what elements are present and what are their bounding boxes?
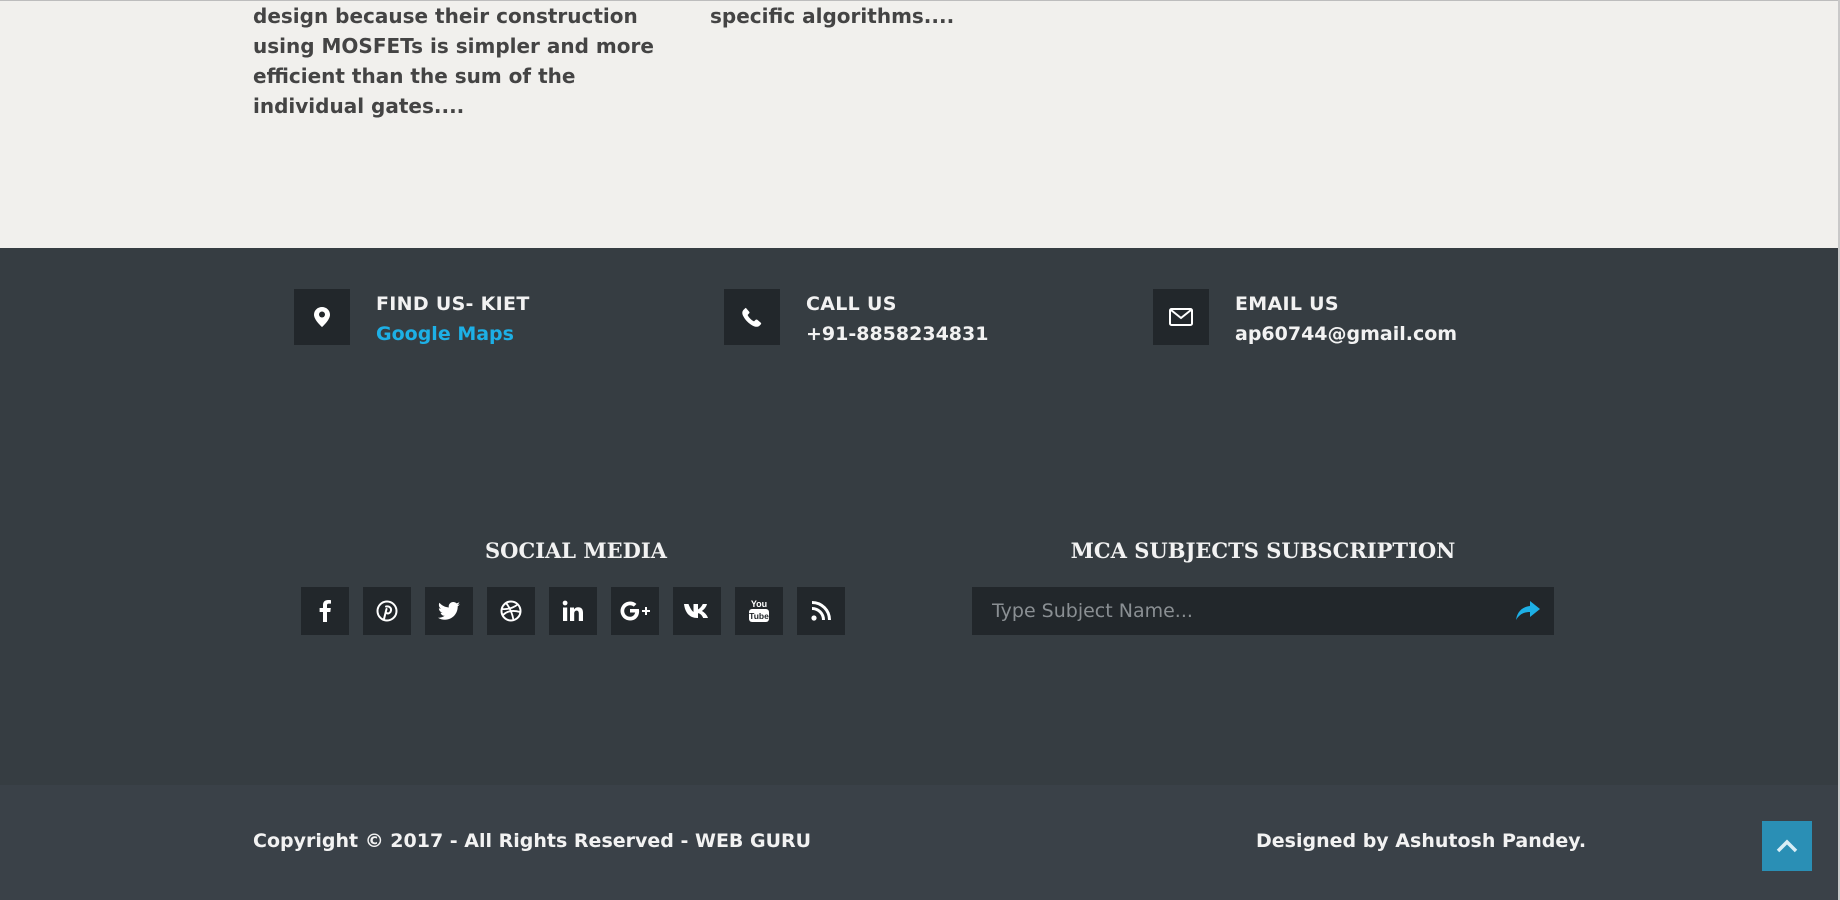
subject-name-input[interactable] xyxy=(972,587,1502,635)
social-links: You Tube xyxy=(301,587,845,635)
share-arrow-icon[interactable] xyxy=(1514,597,1542,625)
contact-heading: FIND US- KIET xyxy=(376,293,530,315)
dribbble-icon[interactable] xyxy=(487,587,535,635)
chevron-up-icon xyxy=(1776,839,1798,853)
footer-main: FIND US- KIET Google Maps CALL US +91-88… xyxy=(0,248,1840,785)
contact-heading: CALL US xyxy=(806,293,897,315)
article-excerpt: design because their construction using … xyxy=(253,4,654,118)
footer-bottom: Copyright © 2017 - All Rights Reserved -… xyxy=(0,785,1840,900)
articles-section: design because their construction using … xyxy=(0,0,1840,248)
map-marker-icon xyxy=(294,289,350,345)
phone-number: +91-8858234831 xyxy=(806,323,989,345)
copyright-text: Copyright © 2017 - All Rights Reserved -… xyxy=(253,830,812,852)
designed-by-text: Designed by Ashutosh Pandey. xyxy=(1256,830,1587,852)
svg-text:Tube: Tube xyxy=(749,611,769,621)
linkedin-icon[interactable] xyxy=(549,587,597,635)
google-maps-link[interactable]: Google Maps xyxy=(376,323,514,345)
social-media-title: SOCIAL MEDIA xyxy=(485,538,667,563)
email-address: ap60744@gmail.com xyxy=(1235,323,1458,345)
facebook-icon[interactable] xyxy=(301,587,349,635)
subscribe-form xyxy=(972,587,1554,635)
svg-text:You: You xyxy=(751,599,767,609)
article-excerpt: specific algorithms.... xyxy=(710,4,955,28)
subscription-title: MCA SUBJECTS SUBSCRIPTION xyxy=(1070,538,1456,563)
vk-icon[interactable] xyxy=(673,587,721,635)
rss-icon[interactable] xyxy=(797,587,845,635)
contact-heading: EMAIL US xyxy=(1235,293,1339,315)
google-plus-icon[interactable] xyxy=(611,587,659,635)
phone-icon xyxy=(724,289,780,345)
youtube-icon[interactable]: You Tube xyxy=(735,587,783,635)
back-to-top-button[interactable] xyxy=(1762,821,1812,871)
twitter-icon[interactable] xyxy=(425,587,473,635)
pinterest-icon[interactable] xyxy=(363,587,411,635)
envelope-icon xyxy=(1153,289,1209,345)
